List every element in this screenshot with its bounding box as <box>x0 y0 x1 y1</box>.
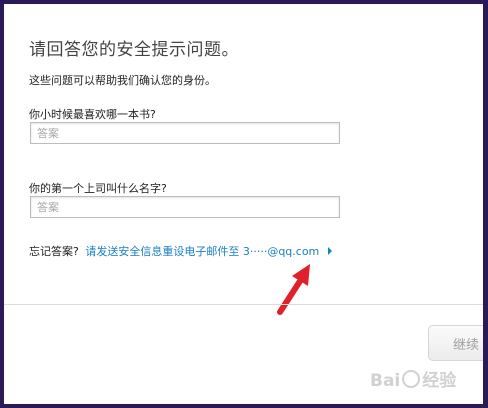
watermark-text-left: Bai <box>370 371 401 391</box>
baidu-jingyan-watermark: Bai 经验 <box>370 366 456 391</box>
continue-button[interactable]: 继续 <box>428 325 483 361</box>
answer-2-input[interactable] <box>30 196 340 218</box>
watermark-text-right: 经验 <box>422 371 457 391</box>
security-questions-panel: 请回答您的安全提示问题。 这些问题可以帮助我们确认您的身份。 你小时候最喜欢哪一… <box>4 4 483 404</box>
paw-icon <box>402 370 421 388</box>
forgot-answer-row: 忘记答案? 请发送安全信息重设电子邮件至 3·····@qq.com <box>29 243 332 259</box>
page-subtitle: 这些问题可以帮助我们确认您的身份。 <box>29 74 216 87</box>
red-arrow-icon <box>277 264 310 315</box>
send-reset-email-link[interactable]: 请发送安全信息重设电子邮件至 3·····@qq.com <box>85 245 332 258</box>
divider <box>4 304 483 305</box>
question-1-label: 你小时候最喜欢哪一本书? <box>29 108 156 121</box>
chevron-right-icon <box>327 247 332 255</box>
answer-1-input[interactable] <box>30 122 340 144</box>
send-reset-email-link-text: 请发送安全信息重设电子邮件至 3·····@qq.com <box>85 245 320 258</box>
forgot-answer-label: 忘记答案? <box>29 245 79 258</box>
page-title: 请回答您的安全提示问题。 <box>29 40 239 60</box>
question-2-label: 你的第一个上司叫什么名字? <box>29 182 167 195</box>
